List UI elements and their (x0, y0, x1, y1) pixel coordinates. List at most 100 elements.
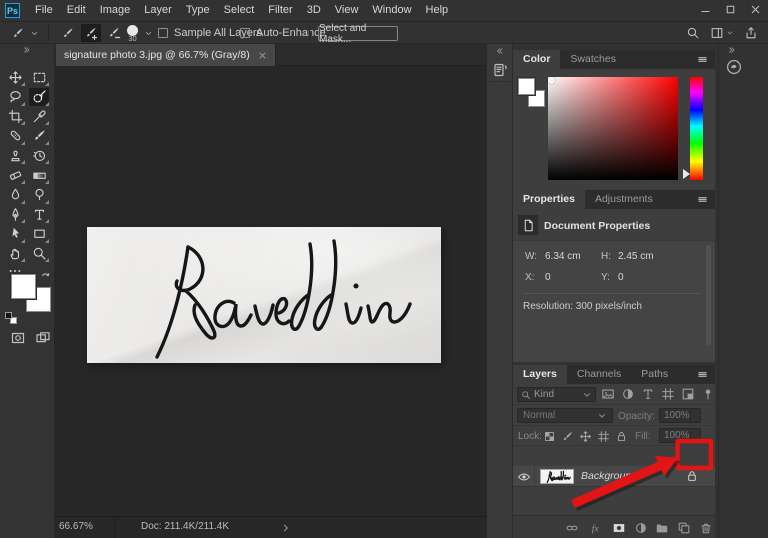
saturation-brightness-field[interactable] (548, 77, 678, 180)
brush-size-chevron-icon[interactable] (144, 29, 153, 38)
select-and-mask-button[interactable]: Select and Mask... (318, 26, 398, 41)
expand-panels-icon[interactable] (494, 47, 505, 55)
menu-item-type[interactable]: Type (179, 0, 217, 21)
scrollbar[interactable] (706, 245, 711, 345)
filter-type-icon[interactable] (641, 387, 655, 401)
close-tab-icon[interactable] (258, 51, 267, 60)
workspace-icon[interactable] (710, 26, 724, 40)
filter-filter-pin-icon[interactable] (701, 387, 715, 401)
filter-adjustment-icon[interactable] (621, 387, 635, 401)
sample-all-layers-checkbox[interactable] (158, 28, 168, 38)
close-window-icon[interactable] (749, 3, 762, 16)
move-tool[interactable] (5, 68, 25, 86)
share-icon[interactable] (744, 26, 758, 40)
filter-image-icon[interactable] (601, 387, 615, 401)
lasso-tool[interactable] (5, 88, 25, 106)
layer-lock-icon[interactable] (685, 469, 699, 483)
filter-smart-object-icon[interactable] (681, 387, 695, 401)
tool-preset-button[interactable] (8, 24, 28, 42)
lock-lock-icon[interactable] (615, 430, 628, 443)
rectangle-tool[interactable] (29, 225, 49, 243)
menu-item-window[interactable]: Window (365, 0, 418, 21)
document-tab[interactable]: signature photo 3.jpg @ 66.7% (Gray/8) (56, 44, 276, 66)
foreground-color-swatch[interactable] (518, 78, 535, 95)
type-tool[interactable] (29, 205, 49, 223)
hand-tool[interactable] (5, 244, 25, 262)
height-value[interactable]: 2.45 cm (618, 251, 654, 262)
subtract-from-selection-button[interactable] (104, 24, 124, 42)
menu-item-help[interactable]: Help (419, 0, 456, 21)
menu-item-3d[interactable]: 3D (300, 0, 328, 21)
brush-tool[interactable] (29, 127, 49, 145)
add-to-selection-button[interactable] (81, 24, 101, 42)
foreground-color-swatch[interactable] (11, 274, 36, 299)
mask-icon[interactable] (612, 521, 626, 535)
trash-icon[interactable] (699, 521, 713, 535)
pen-tool[interactable] (5, 205, 25, 223)
history-brush-tool[interactable] (29, 146, 49, 164)
screen-mode-button[interactable] (33, 330, 53, 346)
dodge-tool[interactable] (29, 186, 49, 204)
menu-item-file[interactable]: File (28, 0, 60, 21)
auto-enhance-checkbox[interactable] (240, 28, 250, 38)
fx-icon[interactable]: fx (590, 521, 604, 535)
eyedropper-tool[interactable] (29, 107, 49, 125)
layer-thumbnail[interactable] (540, 469, 574, 484)
properties-tab-properties[interactable]: Properties (513, 190, 585, 209)
gradient-tool[interactable] (29, 166, 49, 184)
tool-preset-chevron-icon[interactable] (30, 29, 39, 38)
blend-mode-dropdown[interactable]: Normal (517, 408, 613, 423)
link-icon[interactable] (565, 521, 579, 535)
maximize-window-icon[interactable] (724, 3, 737, 16)
collapsed-panel-button[interactable] (490, 58, 510, 82)
y-value[interactable]: 0 (618, 272, 624, 283)
opacity-field[interactable]: 100% (659, 408, 701, 423)
hue-slider[interactable] (690, 77, 703, 180)
adjustment-icon[interactable] (634, 521, 648, 535)
properties-panel-menu-icon[interactable] (696, 193, 709, 206)
status-options-chevron-icon[interactable] (281, 523, 291, 533)
lock-brush-icon[interactable] (561, 430, 574, 443)
quick-select-tool[interactable] (29, 88, 49, 106)
brush-size-picker[interactable]: 30 (127, 22, 138, 44)
layers-tab-paths[interactable]: Paths (631, 365, 678, 384)
lock-move-icon[interactable] (579, 430, 592, 443)
new-selection-button[interactable] (58, 24, 78, 42)
workspace-chevron-icon[interactable] (726, 29, 734, 37)
x-value[interactable]: 0 (545, 272, 551, 283)
lock-frame-icon[interactable] (597, 430, 610, 443)
new-layer-icon[interactable] (677, 521, 691, 535)
layers-tab-layers[interactable]: Layers (513, 365, 567, 384)
signature-image[interactable] (87, 227, 441, 363)
menu-item-layer[interactable]: Layer (137, 0, 179, 21)
menu-item-filter[interactable]: Filter (261, 0, 299, 21)
swap-colors-icon[interactable] (40, 272, 51, 283)
layer-visibility-toggle[interactable] (513, 466, 535, 487)
color-panel-menu-icon[interactable] (696, 53, 709, 66)
color-tab-color[interactable]: Color (513, 50, 560, 69)
lock-checkerboard-icon[interactable] (543, 430, 556, 443)
quick-mask-button[interactable] (8, 330, 28, 346)
clone-stamp-tool[interactable] (5, 146, 25, 164)
layer-name[interactable]: Background (581, 470, 637, 482)
width-value[interactable]: 6.34 cm (545, 251, 581, 262)
layer-filter-kind-dropdown[interactable]: Kind (517, 387, 596, 402)
zoom-tool[interactable] (29, 244, 49, 262)
filter-frame-icon[interactable] (661, 387, 675, 401)
eraser-tool[interactable] (5, 166, 25, 184)
menu-item-select[interactable]: Select (217, 0, 262, 21)
collapse-panels-icon[interactable] (726, 46, 738, 54)
color-tab-swatches[interactable]: Swatches (560, 50, 626, 69)
search-icon[interactable] (686, 26, 700, 40)
layers-tab-channels[interactable]: Channels (567, 365, 631, 384)
folder-icon[interactable] (655, 521, 669, 535)
crop-tool[interactable] (5, 107, 25, 125)
healing-brush-tool[interactable] (5, 127, 25, 145)
properties-tab-adjustments[interactable]: Adjustments (585, 190, 663, 209)
color-picker-cursor[interactable] (548, 77, 555, 84)
fill-field[interactable]: 100% (659, 428, 701, 443)
background-layer-row[interactable]: Background (513, 466, 715, 487)
creative-cloud-icon[interactable] (725, 58, 743, 76)
blur-tool[interactable] (5, 186, 25, 204)
marquee-tool[interactable] (29, 68, 49, 86)
